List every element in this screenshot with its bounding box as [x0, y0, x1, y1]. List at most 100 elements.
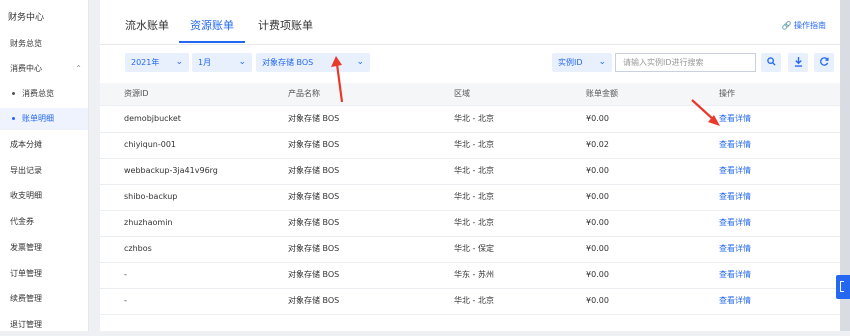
- cell-bill-amount: ¥0.00: [586, 244, 609, 253]
- cell-region: 华北 - 北京: [454, 192, 494, 201]
- cell-bill-amount: ¥0.00: [586, 270, 609, 279]
- cell-region: 华北 - 北京: [454, 114, 494, 123]
- refresh-icon: [819, 57, 829, 66]
- cell-product-name: 对象存储 BOS: [288, 244, 340, 253]
- cell-region: 华北 - 北京: [454, 218, 494, 227]
- download-button[interactable]: [788, 53, 808, 72]
- sidebar-item-bill-details[interactable]: 账单明细: [0, 108, 88, 130]
- table-row: webbackup-3ja41v96rg 对象存储 BOS 华北 - 北京 ¥0.00…: [100, 158, 840, 185]
- column-header-region: 区域: [454, 89, 470, 98]
- column-header-resource-id: 资源ID: [124, 89, 149, 98]
- table-header: 资源ID 产品名称 区域 账单金额 操作: [100, 83, 840, 106]
- cell-product-name: 对象存储 BOS: [288, 270, 340, 279]
- cell-region: 华北 - 北京: [454, 140, 494, 149]
- bracket-icon: [840, 281, 844, 292]
- view-details-link[interactable]: 查看详情: [719, 236, 751, 262]
- sidebar-item-renewals[interactable]: 续费管理: [0, 288, 88, 310]
- column-header-bill-amount: 账单金额: [586, 89, 618, 98]
- cell-resource-id: -: [124, 296, 127, 305]
- sidebar: 财务中心 财务总览 消费中心 ⌃ 消费总览 账单明细 成本分摊 导出记录 收支明…: [0, 0, 89, 331]
- cell-resource-id: -: [124, 270, 127, 279]
- cell-product-name: 对象存储 BOS: [288, 114, 340, 123]
- operation-guide-link[interactable]: 🔗 操作指南: [781, 20, 826, 31]
- search-type-value: 实例ID: [558, 58, 583, 67]
- cell-bill-amount: ¥0.00: [586, 192, 609, 201]
- sidebar-item-consumption-overview[interactable]: 消费总览: [0, 83, 88, 105]
- cell-bill-amount: ¥0.00: [586, 114, 609, 123]
- download-icon: [794, 56, 802, 67]
- cell-product-name: 对象存储 BOS: [288, 296, 340, 305]
- table-row: - 对象存储 BOS 华北 - 北京 ¥0.00 查看详情: [100, 288, 840, 315]
- sidebar-item-income-expense[interactable]: 收支明细: [0, 185, 88, 207]
- main-panel: 流水账单 资源账单 计费项账单 🔗 操作指南 2021年 ⌄ 1月 ⌄ 对象存储…: [100, 0, 850, 331]
- cell-resource-id: czhbos: [124, 244, 152, 253]
- product-select-value: 对象存储 BOS: [262, 58, 314, 67]
- search-type-select[interactable]: 实例ID ⌄: [552, 53, 612, 72]
- sidebar-group-label: 消费中心: [10, 64, 42, 73]
- cell-resource-id: zhuzhaomin: [124, 218, 173, 227]
- sidebar-item-overview[interactable]: 财务总览: [0, 33, 88, 55]
- cell-region: 华北 - 保定: [454, 244, 494, 253]
- cell-product-name: 对象存储 BOS: [288, 140, 340, 149]
- view-details-link[interactable]: 查看详情: [719, 184, 751, 210]
- table-row: czhbos 对象存储 BOS 华北 - 保定 ¥0.00 查看详情: [100, 236, 840, 263]
- tab-bar: 流水账单 资源账单 计费项账单 🔗 操作指南: [100, 0, 840, 45]
- search-button[interactable]: [761, 53, 781, 72]
- product-select[interactable]: 对象存储 BOS ⌄: [256, 53, 370, 72]
- floating-help-button[interactable]: [836, 275, 850, 299]
- sidebar-item-unsubscribe[interactable]: 退订管理: [0, 314, 88, 336]
- year-select[interactable]: 2021年 ⌄: [125, 53, 189, 72]
- cell-resource-id: chiyiqun-001: [124, 140, 177, 149]
- table-row: shibo-backup 对象存储 BOS 华北 - 北京 ¥0.00 查看详情: [100, 184, 840, 211]
- sidebar-item-invoices[interactable]: 发票管理: [0, 237, 88, 259]
- view-details-link[interactable]: 查看详情: [719, 210, 751, 236]
- month-select-value: 1月: [198, 58, 212, 67]
- view-details-link[interactable]: 查看详情: [719, 132, 751, 158]
- year-select-value: 2021年: [131, 58, 160, 67]
- table-row: - 对象存储 BOS 华东 - 苏州 ¥0.00 查看详情: [100, 262, 840, 289]
- link-icon: 🔗: [781, 21, 792, 30]
- sidebar-title: 财务中心: [8, 13, 45, 23]
- cell-resource-id: shibo-backup: [124, 192, 178, 201]
- cell-product-name: 对象存储 BOS: [288, 192, 340, 201]
- cell-bill-amount: ¥0.00: [586, 296, 609, 305]
- view-details-link[interactable]: 查看详情: [719, 106, 751, 132]
- tab-billing-item-bill[interactable]: 计费项账单: [258, 17, 313, 33]
- sidebar-item-cost-allocation[interactable]: 成本分摊: [0, 134, 88, 156]
- search-icon: [766, 57, 776, 66]
- tab-resource-bill[interactable]: 资源账单: [190, 17, 234, 33]
- month-select[interactable]: 1月 ⌄: [192, 53, 252, 72]
- view-details-link[interactable]: 查看详情: [719, 288, 751, 314]
- operation-guide-label: 操作指南: [794, 21, 826, 30]
- column-header-operation: 操作: [719, 89, 735, 98]
- chevron-down-icon: ⌄: [175, 57, 183, 67]
- chevron-down-icon: ⌄: [356, 57, 364, 67]
- chevron-down-icon: ⌄: [598, 57, 606, 67]
- column-header-product-name: 产品名称: [288, 89, 320, 98]
- active-tab-indicator: [179, 41, 245, 43]
- table-row: zhuzhaomin 对象存储 BOS 华北 - 北京 ¥0.00 查看详情: [100, 210, 840, 237]
- cell-region: 华东 - 苏州: [454, 270, 494, 279]
- cell-resource-id: demobjbucket: [124, 114, 181, 123]
- sidebar-item-export-records[interactable]: 导出记录: [0, 160, 88, 182]
- chevron-up-icon: ⌃: [75, 64, 82, 73]
- table-row: demobjbucket 对象存储 BOS 华北 - 北京 ¥0.00 查看详情: [100, 106, 840, 133]
- sidebar-item-orders[interactable]: 订单管理: [0, 263, 88, 285]
- refresh-button[interactable]: [814, 53, 834, 72]
- cell-bill-amount: ¥0.00: [586, 218, 609, 227]
- sidebar-group-consumption[interactable]: 消费中心 ⌃: [0, 58, 88, 80]
- cell-product-name: 对象存储 BOS: [288, 218, 340, 227]
- table-row: chiyiqun-001 对象存储 BOS 华北 - 北京 ¥0.02 查看详情: [100, 132, 840, 159]
- cell-region: 华北 - 北京: [454, 296, 494, 305]
- view-details-link[interactable]: 查看详情: [719, 158, 751, 184]
- cell-bill-amount: ¥0.00: [586, 166, 609, 175]
- cell-product-name: 对象存储 BOS: [288, 166, 340, 175]
- cell-region: 华北 - 北京: [454, 166, 494, 175]
- chevron-down-icon: ⌄: [238, 57, 246, 67]
- tab-flow-bill[interactable]: 流水账单: [125, 17, 169, 33]
- instance-id-search-input[interactable]: 请输入实例ID进行搜索: [615, 53, 756, 72]
- cell-bill-amount: ¥0.02: [586, 140, 609, 149]
- sidebar-item-vouchers[interactable]: 代金券: [0, 211, 88, 233]
- view-details-link[interactable]: 查看详情: [719, 262, 751, 288]
- cell-resource-id: webbackup-3ja41v96rg: [124, 166, 218, 175]
